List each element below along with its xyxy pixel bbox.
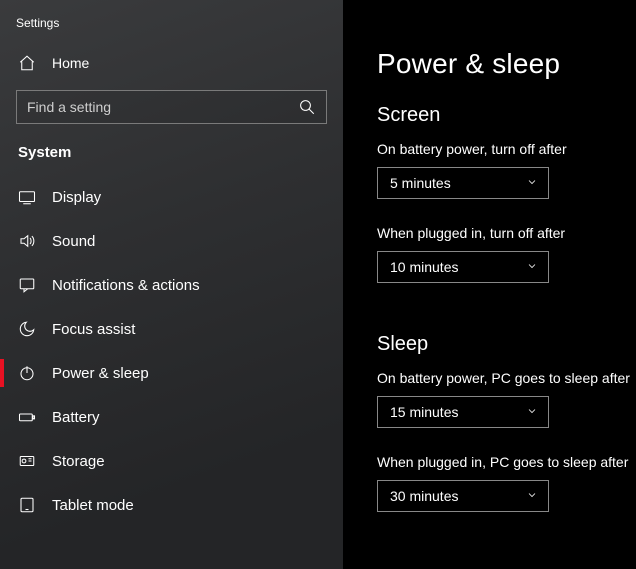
page-title: Power & sleep <box>377 48 636 80</box>
field-sleep-battery: On battery power, PC goes to sleep after… <box>377 370 636 428</box>
dropdown-screen-battery[interactable]: 5 minutes <box>377 167 549 199</box>
sidebar: Settings Home System Display Sound <box>0 0 343 569</box>
home-label: Home <box>52 55 89 71</box>
sidebar-item-battery[interactable]: Battery <box>0 395 343 439</box>
section-title-screen: Screen <box>377 104 636 127</box>
sidebar-item-label: Sound <box>52 233 95 250</box>
power-icon <box>18 364 36 382</box>
sidebar-item-power-sleep[interactable]: Power & sleep <box>0 351 343 395</box>
content-pane: Power & sleep Screen On battery power, t… <box>343 0 636 569</box>
sound-icon <box>18 232 36 250</box>
storage-icon <box>18 452 36 470</box>
field-label: When plugged in, PC goes to sleep after <box>377 454 636 470</box>
window-title: Settings <box>0 0 343 44</box>
field-label: On battery power, PC goes to sleep after <box>377 370 636 386</box>
sidebar-item-storage[interactable]: Storage <box>0 439 343 483</box>
dropdown-value: 15 minutes <box>390 404 458 420</box>
field-label: On battery power, turn off after <box>377 141 636 157</box>
home-icon <box>18 54 36 72</box>
chevron-down-icon <box>526 488 538 504</box>
nav-list: Display Sound Notifications & actions Fo… <box>0 175 343 527</box>
sidebar-item-label: Focus assist <box>52 321 135 338</box>
sidebar-item-label: Battery <box>52 409 100 426</box>
sidebar-item-label: Storage <box>52 453 105 470</box>
search-icon <box>298 98 316 116</box>
dropdown-sleep-plugged[interactable]: 30 minutes <box>377 480 549 512</box>
field-label: When plugged in, turn off after <box>377 225 636 241</box>
notifications-icon <box>18 276 36 294</box>
dropdown-value: 30 minutes <box>390 488 458 504</box>
sidebar-item-tablet-mode[interactable]: Tablet mode <box>0 483 343 527</box>
field-screen-battery: On battery power, turn off after 5 minut… <box>377 141 636 199</box>
home-link[interactable]: Home <box>0 44 343 82</box>
category-heading: System <box>0 138 343 175</box>
field-sleep-plugged: When plugged in, PC goes to sleep after … <box>377 454 636 512</box>
sidebar-item-display[interactable]: Display <box>0 175 343 219</box>
dropdown-value: 10 minutes <box>390 259 458 275</box>
section-title-sleep: Sleep <box>377 333 636 356</box>
focus-assist-icon <box>18 320 36 338</box>
dropdown-value: 5 minutes <box>390 175 451 191</box>
sidebar-item-focus-assist[interactable]: Focus assist <box>0 307 343 351</box>
sidebar-item-label: Power & sleep <box>52 365 149 382</box>
field-screen-plugged: When plugged in, turn off after 10 minut… <box>377 225 636 283</box>
sidebar-item-sound[interactable]: Sound <box>0 219 343 263</box>
battery-icon <box>18 408 36 426</box>
chevron-down-icon <box>526 175 538 191</box>
tablet-icon <box>18 496 36 514</box>
sidebar-item-notifications[interactable]: Notifications & actions <box>0 263 343 307</box>
sidebar-item-label: Display <box>52 189 101 206</box>
dropdown-screen-plugged[interactable]: 10 minutes <box>377 251 549 283</box>
chevron-down-icon <box>526 259 538 275</box>
search-box[interactable] <box>16 90 327 124</box>
display-icon <box>18 188 36 206</box>
sidebar-item-label: Tablet mode <box>52 497 134 514</box>
chevron-down-icon <box>526 404 538 420</box>
dropdown-sleep-battery[interactable]: 15 minutes <box>377 396 549 428</box>
sidebar-item-label: Notifications & actions <box>52 277 200 294</box>
search-input[interactable] <box>27 99 298 115</box>
